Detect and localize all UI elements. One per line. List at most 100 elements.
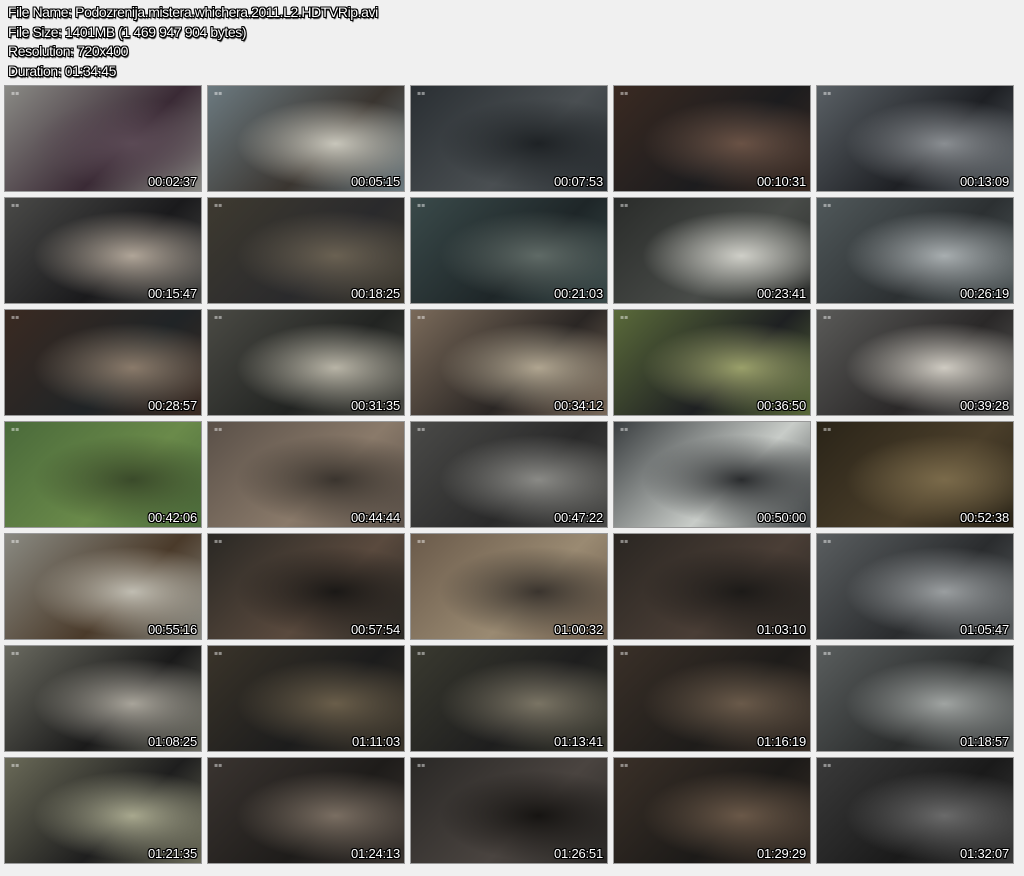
video-thumbnail[interactable]: ▪▪ 01:16:19 <box>613 645 811 752</box>
channel-logo-icon: ▪▪ <box>823 762 832 769</box>
video-thumbnail[interactable]: ▪▪ 00:18:25 <box>207 197 405 304</box>
channel-logo-icon: ▪▪ <box>620 650 629 657</box>
video-thumbnail[interactable]: ▪▪ 01:08:25 <box>4 645 202 752</box>
channel-logo-icon: ▪▪ <box>823 314 832 321</box>
channel-logo-icon: ▪▪ <box>417 650 426 657</box>
thumbnail-timestamp: 00:50:00 <box>756 510 806 525</box>
video-thumbnail[interactable]: ▪▪ 01:32:07 <box>816 757 1014 864</box>
thumbnail-timestamp: 01:08:25 <box>147 734 197 749</box>
video-thumbnail[interactable]: ▪▪ 01:24:13 <box>207 757 405 864</box>
video-thumbnail[interactable]: ▪▪ 01:03:10 <box>613 533 811 640</box>
thumbnail-timestamp: 01:03:10 <box>756 622 806 637</box>
duration: Duration: 01:34:45 <box>8 62 116 79</box>
file-size: File Size: 1401MB (1 469 947 904 bytes) <box>8 23 247 40</box>
thumbnail-timestamp: 00:42:06 <box>147 510 197 525</box>
channel-logo-icon: ▪▪ <box>620 202 629 209</box>
channel-logo-icon: ▪▪ <box>11 762 20 769</box>
channel-logo-icon: ▪▪ <box>11 426 20 433</box>
video-thumbnail[interactable]: ▪▪ 00:26:19 <box>816 197 1014 304</box>
channel-logo-icon: ▪▪ <box>11 650 20 657</box>
thumbnail-timestamp: 00:55:16 <box>147 622 197 637</box>
video-thumbnail[interactable]: ▪▪ 00:36:50 <box>613 309 811 416</box>
channel-logo-icon: ▪▪ <box>823 538 832 545</box>
thumbnail-timestamp: 01:13:41 <box>553 734 603 749</box>
channel-logo-icon: ▪▪ <box>823 426 832 433</box>
thumbnail-timestamp: 01:05:47 <box>959 622 1009 637</box>
thumbnail-timestamp: 01:11:03 <box>351 734 400 749</box>
thumbnail-timestamp: 00:34:12 <box>553 398 603 413</box>
video-thumbnail[interactable]: ▪▪ 00:52:38 <box>816 421 1014 528</box>
video-thumbnail[interactable]: ▪▪ 00:02:37 <box>4 85 202 192</box>
video-thumbnail[interactable]: ▪▪ 00:55:16 <box>4 533 202 640</box>
channel-logo-icon: ▪▪ <box>11 202 20 209</box>
video-thumbnail[interactable]: ▪▪ 00:13:09 <box>816 85 1014 192</box>
channel-logo-icon: ▪▪ <box>214 314 223 321</box>
channel-logo-icon: ▪▪ <box>11 314 20 321</box>
video-thumbnail[interactable]: ▪▪ 00:34:12 <box>410 309 608 416</box>
channel-logo-icon: ▪▪ <box>214 762 223 769</box>
video-thumbnail[interactable]: ▪▪ 00:57:54 <box>207 533 405 640</box>
channel-logo-icon: ▪▪ <box>214 202 223 209</box>
channel-logo-icon: ▪▪ <box>417 314 426 321</box>
channel-logo-icon: ▪▪ <box>11 538 20 545</box>
video-thumbnail[interactable]: ▪▪ 00:39:28 <box>816 309 1014 416</box>
video-thumbnail[interactable]: ▪▪ 00:42:06 <box>4 421 202 528</box>
channel-logo-icon: ▪▪ <box>417 762 426 769</box>
video-thumbnail[interactable]: ▪▪ 01:29:29 <box>613 757 811 864</box>
thumbnail-timestamp: 00:52:38 <box>959 510 1009 525</box>
thumbnail-timestamp: 00:31:35 <box>350 398 400 413</box>
video-thumbnail[interactable]: ▪▪ 00:21:03 <box>410 197 608 304</box>
channel-logo-icon: ▪▪ <box>214 538 223 545</box>
video-thumbnail[interactable]: ▪▪ 01:26:51 <box>410 757 608 864</box>
channel-logo-icon: ▪▪ <box>620 90 629 97</box>
thumbnail-timestamp: 00:13:09 <box>959 174 1009 189</box>
video-thumbnail[interactable]: ▪▪ 01:18:57 <box>816 645 1014 752</box>
file-info-header: File Name: Podozrenija.mistera.whichera.… <box>8 3 608 81</box>
thumbnail-timestamp: 00:57:54 <box>350 622 400 637</box>
video-thumbnail[interactable]: ▪▪ 00:05:15 <box>207 85 405 192</box>
channel-logo-icon: ▪▪ <box>214 90 223 97</box>
channel-logo-icon: ▪▪ <box>11 90 20 97</box>
channel-logo-icon: ▪▪ <box>823 202 832 209</box>
thumbnail-timestamp: 00:28:57 <box>147 398 197 413</box>
thumbnail-timestamp: 01:18:57 <box>959 734 1009 749</box>
video-thumbnail[interactable]: ▪▪ 01:00:32 <box>410 533 608 640</box>
thumbnail-timestamp: 00:15:47 <box>147 286 197 301</box>
thumbnail-timestamp: 00:44:44 <box>350 510 400 525</box>
thumbnail-timestamp: 00:07:53 <box>553 174 603 189</box>
channel-logo-icon: ▪▪ <box>417 426 426 433</box>
thumbnail-timestamp: 00:02:37 <box>147 174 197 189</box>
video-thumbnail[interactable]: ▪▪ 00:23:41 <box>613 197 811 304</box>
channel-logo-icon: ▪▪ <box>417 90 426 97</box>
channel-logo-icon: ▪▪ <box>620 426 629 433</box>
thumbnail-timestamp: 00:36:50 <box>756 398 806 413</box>
video-thumbnail[interactable]: ▪▪ 01:21:35 <box>4 757 202 864</box>
thumbnail-timestamp: 00:18:25 <box>350 286 400 301</box>
thumbnail-timestamp: 00:39:28 <box>959 398 1009 413</box>
video-thumbnail[interactable]: ▪▪ 00:50:00 <box>613 421 811 528</box>
thumbnail-timestamp: 00:23:41 <box>756 286 806 301</box>
channel-logo-icon: ▪▪ <box>417 202 426 209</box>
thumbnail-timestamp: 01:24:13 <box>350 846 400 861</box>
channel-logo-icon: ▪▪ <box>823 650 832 657</box>
video-thumbnail[interactable]: ▪▪ 00:44:44 <box>207 421 405 528</box>
resolution: Resolution: 720x400 <box>8 43 129 59</box>
video-thumbnail[interactable]: ▪▪ 00:31:35 <box>207 309 405 416</box>
thumbnail-timestamp: 00:21:03 <box>553 286 603 301</box>
channel-logo-icon: ▪▪ <box>823 90 832 97</box>
thumbnail-timestamp: 00:47:22 <box>553 510 603 525</box>
video-thumbnail[interactable]: ▪▪ 01:05:47 <box>816 533 1014 640</box>
thumbnail-timestamp: 00:05:15 <box>350 174 400 189</box>
video-thumbnail[interactable]: ▪▪ 00:28:57 <box>4 309 202 416</box>
video-thumbnail[interactable]: ▪▪ 00:47:22 <box>410 421 608 528</box>
video-thumbnail[interactable]: ▪▪ 01:11:03 <box>207 645 405 752</box>
channel-logo-icon: ▪▪ <box>620 538 629 545</box>
thumbnail-timestamp: 01:29:29 <box>756 846 806 861</box>
video-thumbnail[interactable]: ▪▪ 00:07:53 <box>410 85 608 192</box>
video-thumbnail[interactable]: ▪▪ 00:15:47 <box>4 197 202 304</box>
video-thumbnail[interactable]: ▪▪ 00:10:31 <box>613 85 811 192</box>
thumbnail-timestamp: 01:32:07 <box>959 846 1009 861</box>
channel-logo-icon: ▪▪ <box>417 538 426 545</box>
video-thumbnail[interactable]: ▪▪ 01:13:41 <box>410 645 608 752</box>
file-name: File Name: Podozrenija.mistera.whichera.… <box>8 4 378 20</box>
